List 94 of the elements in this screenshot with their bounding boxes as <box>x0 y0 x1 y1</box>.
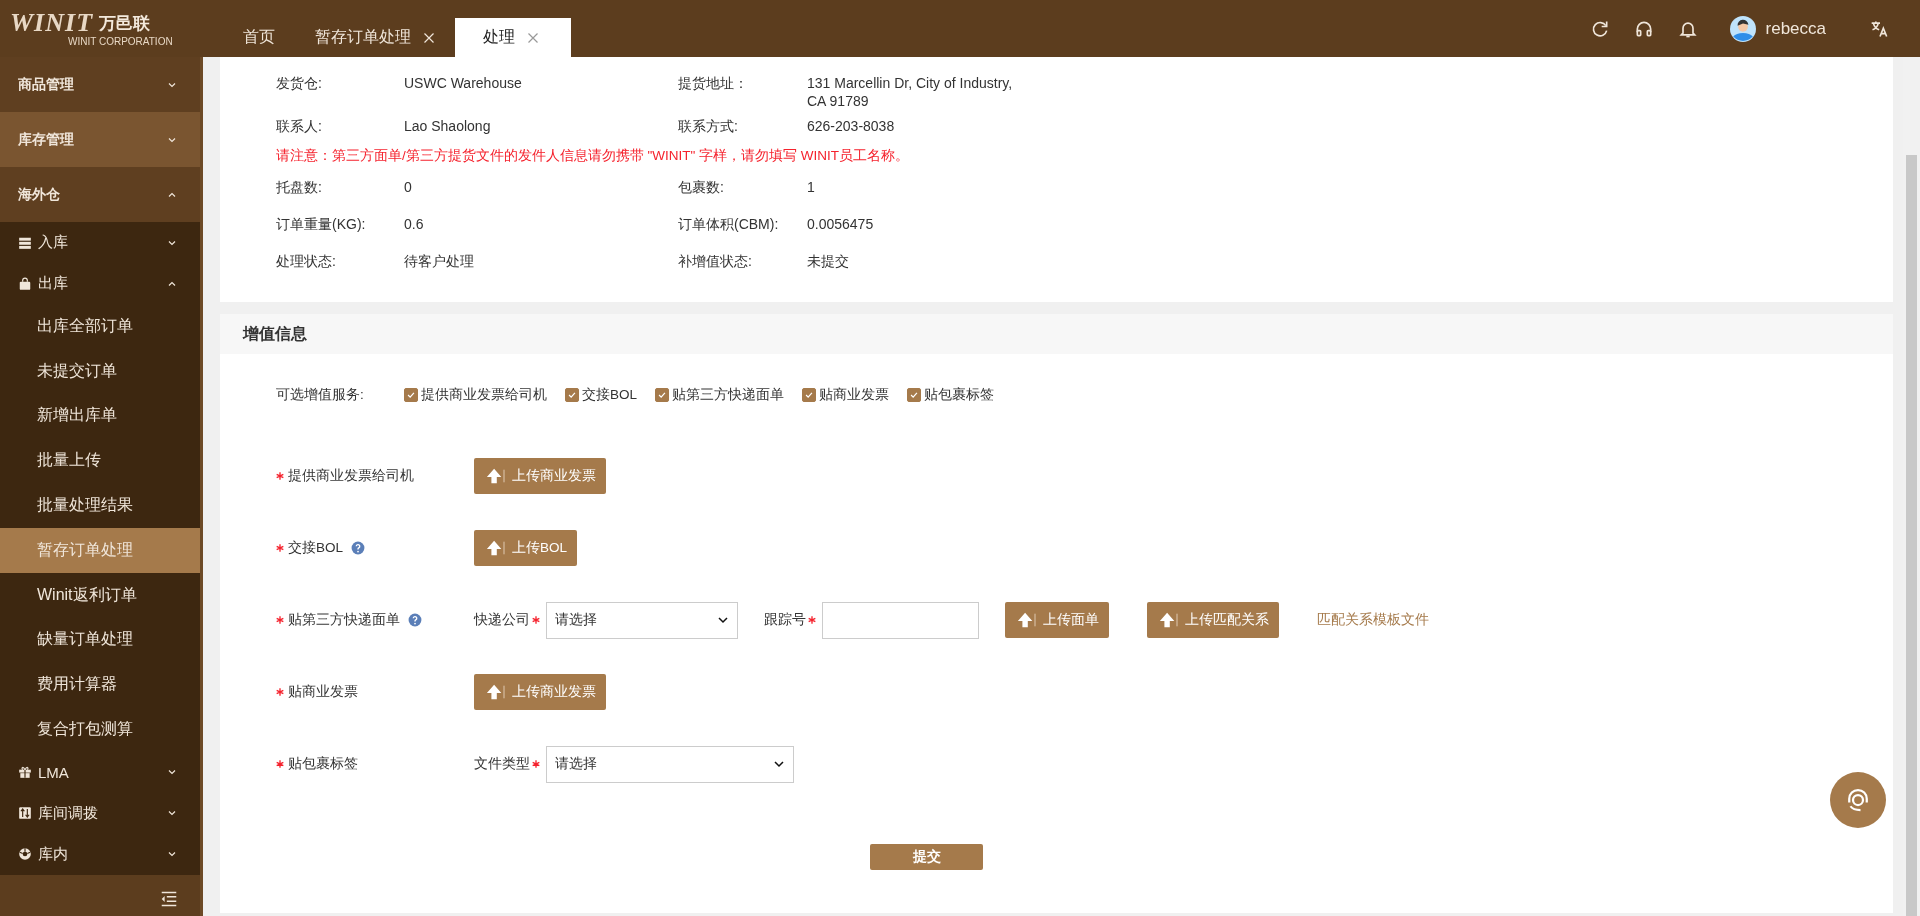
field-value: USWC Warehouse <box>404 74 523 92</box>
checkbox-label[interactable]: 交接BOL <box>582 386 637 404</box>
bag-icon <box>18 276 32 291</box>
field-label: 贴商业发票 <box>288 683 358 701</box>
field-label: 贴包裹标签 <box>288 755 358 773</box>
field-value: 1 <box>807 178 816 196</box>
field-value: 0.6 <box>404 215 425 233</box>
menu-group[interactable]: 库存管理 <box>0 112 200 167</box>
upload-button[interactable]: 上传面单 <box>1005 602 1109 638</box>
upload-icon <box>484 467 506 485</box>
menu-item[interactable]: 缺量订单处理 <box>0 617 200 663</box>
check-icon <box>406 390 416 400</box>
menu-section[interactable]: LMA <box>0 751 200 793</box>
checkbox[interactable] <box>907 388 921 402</box>
upload-button[interactable]: 上传商业发票 <box>474 674 606 710</box>
chevron-down-icon <box>773 758 785 770</box>
menu-item[interactable]: 批量处理结果 <box>0 483 200 528</box>
checkbox-label[interactable]: 贴第三方快递面单 <box>672 386 784 404</box>
menu-item[interactable]: Winit返利订单 <box>0 572 200 618</box>
field-label: 订单重量(KG): <box>276 215 367 233</box>
checkbox[interactable] <box>565 388 579 402</box>
checkbox[interactable] <box>802 388 816 402</box>
menu-item[interactable]: 出库全部订单 <box>0 304 200 349</box>
checkbox[interactable] <box>655 388 669 402</box>
submit-button[interactable]: 提交 <box>870 844 983 870</box>
field-label: 提货地址： <box>678 74 749 92</box>
check-icon <box>909 390 919 400</box>
menu-item[interactable]: 新增出库单 <box>0 393 200 439</box>
upload-button[interactable]: 上传BOL <box>474 530 577 566</box>
upload-button[interactable]: 上传匹配关系 <box>1147 602 1279 638</box>
dropdown[interactable]: 请选择 <box>546 601 738 639</box>
server-icon <box>18 235 32 250</box>
gift-icon <box>18 765 32 780</box>
menu-group[interactable]: 商品管理 <box>0 57 200 112</box>
check-icon <box>804 390 814 400</box>
upload-icon <box>484 683 506 701</box>
section-title: 增值信息 <box>243 323 307 344</box>
field-label: 贴第三方快递面单 <box>288 611 400 629</box>
field-label: 订单体积(CBM): <box>678 215 780 233</box>
checkbox-label[interactable]: 贴包裹标签 <box>924 386 994 404</box>
tab[interactable]: 暂存订单处理 <box>295 18 455 57</box>
menu-item[interactable]: 批量上传 <box>0 438 200 484</box>
field-label: 文件类型 <box>474 755 530 773</box>
field-label: 托盘数: <box>276 178 323 196</box>
field-label: 跟踪号 <box>764 611 806 629</box>
checkbox-label[interactable]: 提供商业发票给司机 <box>421 386 547 404</box>
check-icon <box>657 390 667 400</box>
menu-item[interactable]: 复合打包测算 <box>0 707 200 752</box>
tab[interactable]: 首页 <box>223 18 295 57</box>
field-label: 联系方式: <box>678 117 739 135</box>
upload-icon <box>484 539 506 557</box>
field-label: 快递公司 <box>474 611 530 629</box>
template-link[interactable]: 匹配关系模板文件 <box>1317 611 1429 629</box>
field-value: 131 Marcellin Dr, City of Industry, CA 91789 <box>807 74 1014 110</box>
field-label: 发货仓: <box>276 74 323 92</box>
checkbox-label[interactable]: 贴商业发票 <box>819 386 889 404</box>
collapse-icon[interactable] <box>160 891 178 908</box>
menu-section[interactable]: 出库 <box>0 263 200 304</box>
field-label: 补增值状态: <box>678 252 753 270</box>
warning-text: 请注意：第三方面单/第三方提货文件的发件人信息请勿携带 "WINIT" 字样，请勿填写 WINIT员工名称。 <box>276 147 911 165</box>
dropdown[interactable]: 请选择 <box>546 745 794 783</box>
field-label: 联系人: <box>276 117 323 135</box>
field-value: Lao Shaolong <box>404 117 492 135</box>
input-field[interactable] <box>822 601 979 639</box>
upload-button[interactable]: 上传商业发票 <box>474 458 606 494</box>
chevron-down-icon <box>717 614 729 626</box>
disc-icon <box>18 847 32 862</box>
field-value: 0 <box>404 178 413 196</box>
help-icon[interactable] <box>408 613 422 627</box>
menu-section[interactable]: 库内 <box>0 833 200 875</box>
transfer-icon <box>18 806 32 821</box>
user-name[interactable]: rebecca <box>1765 18 1826 39</box>
field-label: 可选增值服务: <box>276 386 365 404</box>
field-value: 0.0056475 <box>807 215 875 233</box>
check-icon <box>567 390 577 400</box>
field-value: 未提交 <box>807 252 850 270</box>
upload-icon <box>1015 611 1037 629</box>
logo[interactable]: WINIT 万邑联 WINIT CORPORATION <box>0 0 203 57</box>
avatar-icon[interactable] <box>1729 15 1756 42</box>
field-value: 待客户处理 <box>404 252 475 270</box>
menu-item[interactable]: 未提交订单 <box>0 348 200 394</box>
checkbox[interactable] <box>404 388 418 402</box>
menu-group[interactable]: 海外仓 <box>0 167 200 222</box>
upload-icon <box>1157 611 1179 629</box>
help-icon[interactable] <box>351 541 365 555</box>
tab[interactable]: 处理 <box>455 18 571 57</box>
field-value: 626-203-8038 <box>807 117 896 135</box>
menu-section[interactable]: 库间调拨 <box>0 792 200 834</box>
field-label: 包裹数: <box>678 178 725 196</box>
menu-section[interactable]: 入库 <box>0 222 200 263</box>
menu-item[interactable]: 费用计算器 <box>0 662 200 708</box>
field-label: 交接BOL <box>288 539 343 557</box>
field-label: 提供商业发票给司机 <box>288 467 414 485</box>
field-label: 处理状态: <box>276 252 337 270</box>
